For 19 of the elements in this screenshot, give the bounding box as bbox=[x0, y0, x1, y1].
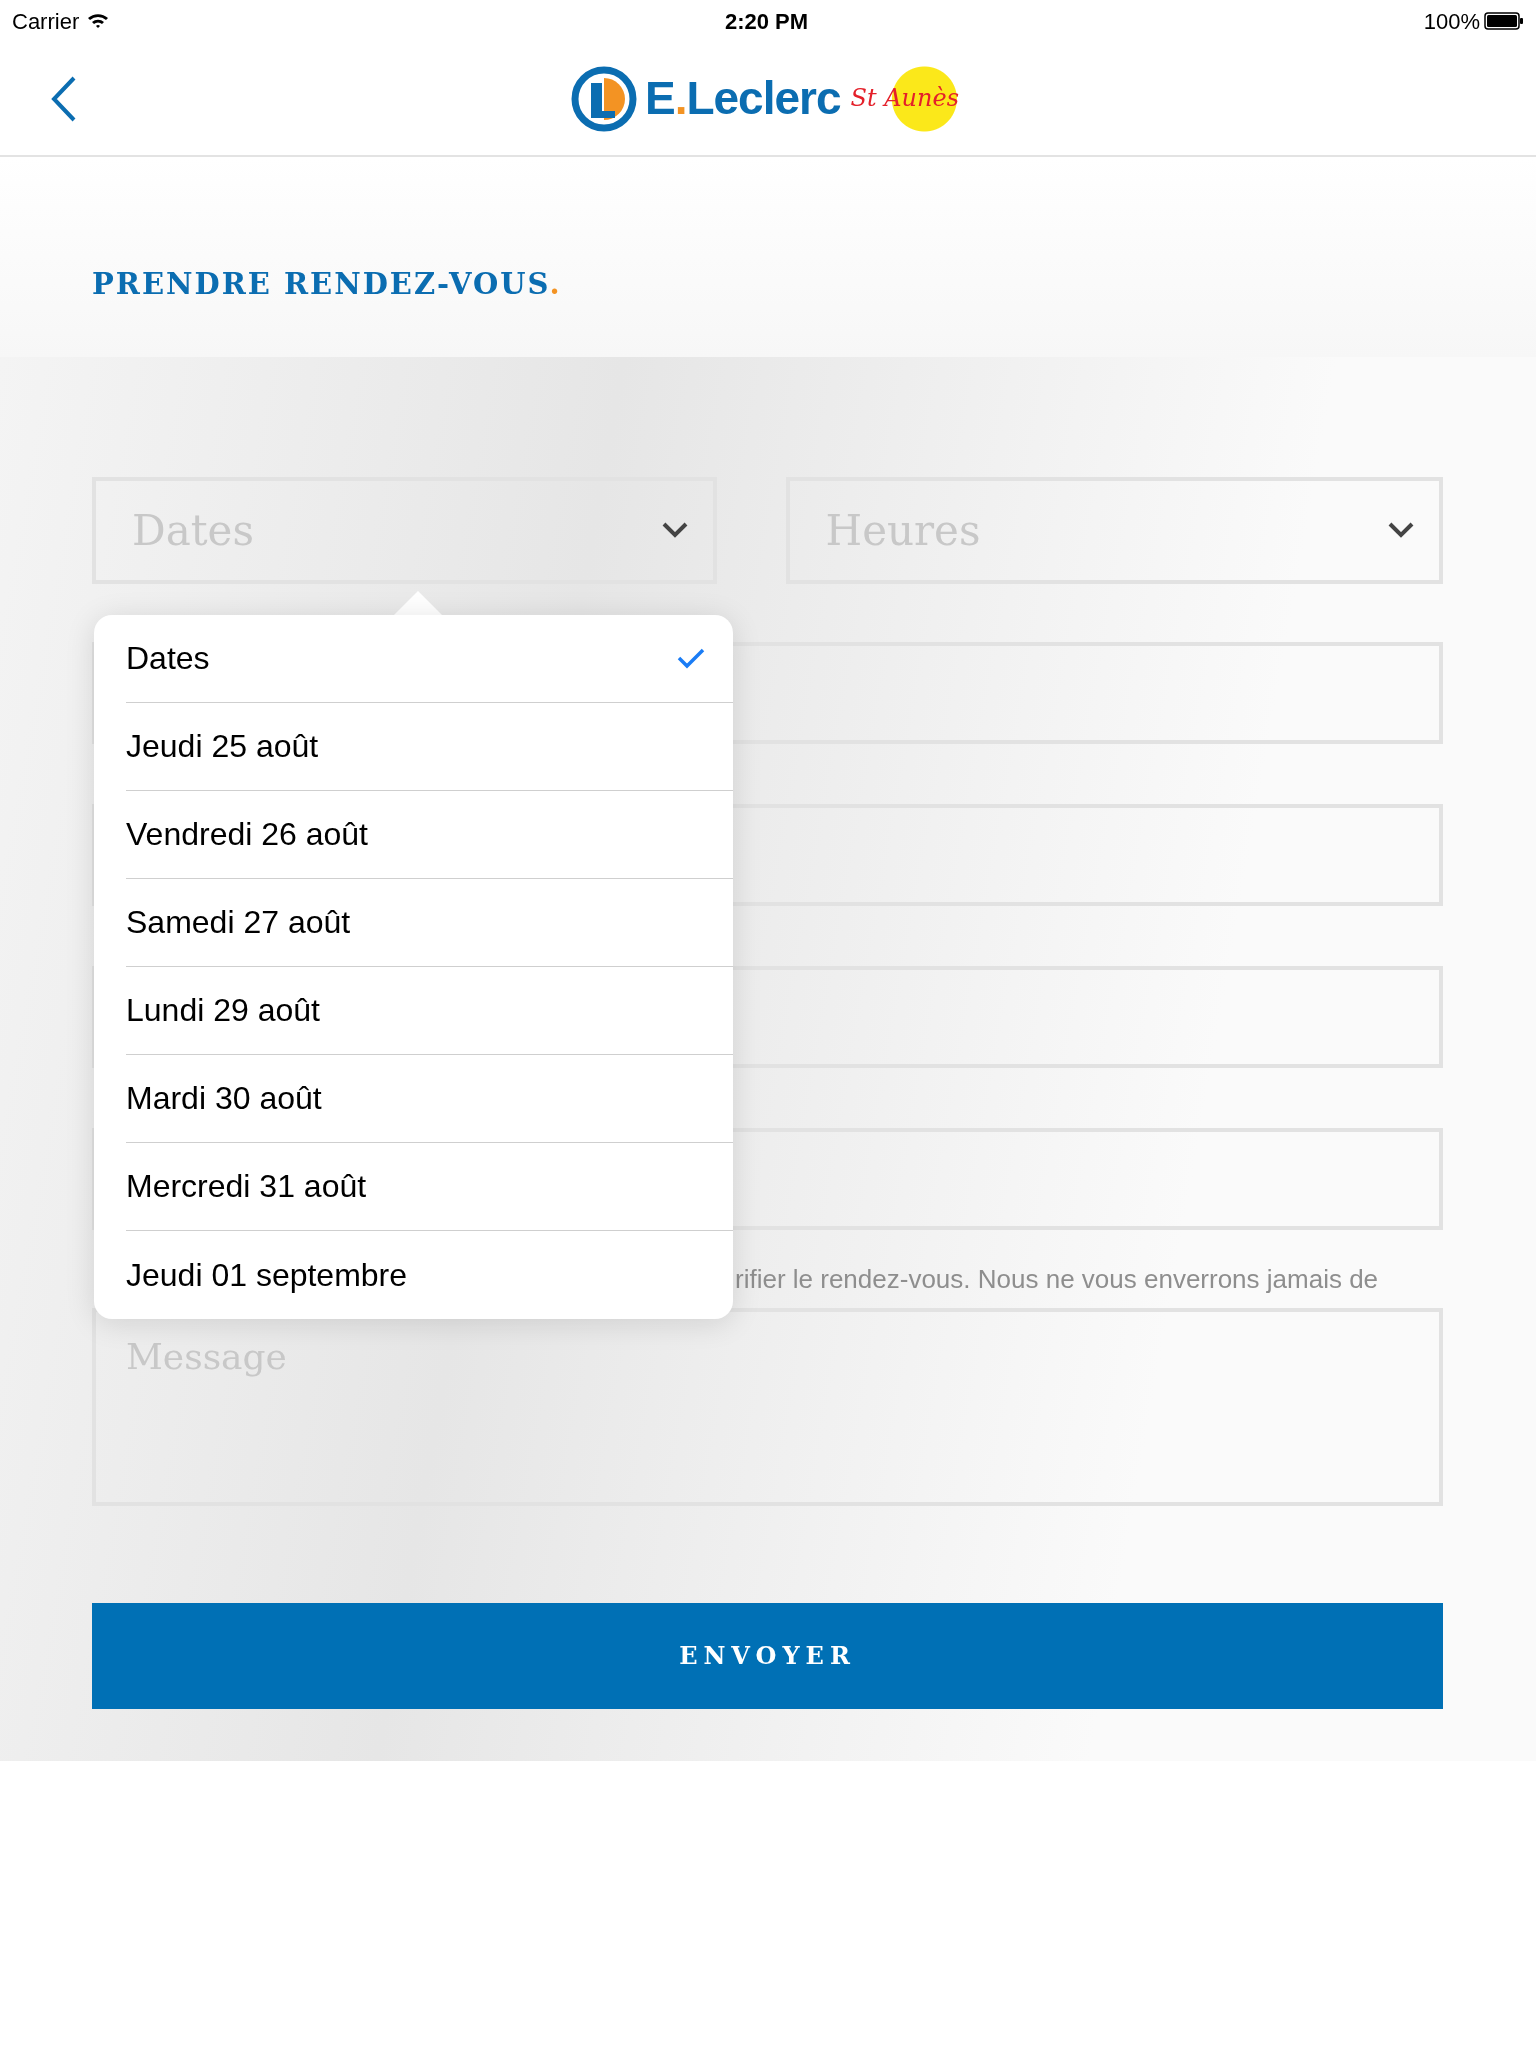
time-label: 2:20 PM bbox=[724, 7, 809, 36]
send-button[interactable]: ENVOYER bbox=[92, 1602, 1443, 1709]
battery-icon bbox=[1484, 12, 1524, 30]
battery-percent: 100% bbox=[1423, 7, 1480, 36]
dropdown-option[interactable]: Lundi 29 août bbox=[126, 966, 733, 1055]
dropdown-option[interactable]: Mercredi 31 août bbox=[126, 1142, 733, 1231]
dropdown-option[interactable]: Dates bbox=[126, 614, 733, 703]
chevron-down-icon bbox=[660, 521, 689, 540]
dropdown-option[interactable]: Vendredi 26 août bbox=[126, 790, 733, 879]
page-title: PRENDRE RENDEZ-VOUS. bbox=[92, 267, 563, 302]
dropdown-option[interactable]: Jeudi 25 août bbox=[126, 702, 733, 791]
chevron-down-icon bbox=[1387, 521, 1415, 540]
wifi-icon bbox=[87, 13, 110, 29]
logo-emblem-icon bbox=[570, 65, 637, 132]
carrier-label: Carrier bbox=[12, 7, 80, 36]
brand-name: E.Leclerc bbox=[644, 71, 841, 126]
dropdown-option[interactable]: Samedi 27 août bbox=[126, 878, 733, 967]
dropdown-option[interactable]: Mardi 30 août bbox=[126, 1054, 733, 1143]
hint-text: rifier le rendez-vous. Nous ne vous enverrons jamais de bbox=[735, 1262, 1380, 1296]
